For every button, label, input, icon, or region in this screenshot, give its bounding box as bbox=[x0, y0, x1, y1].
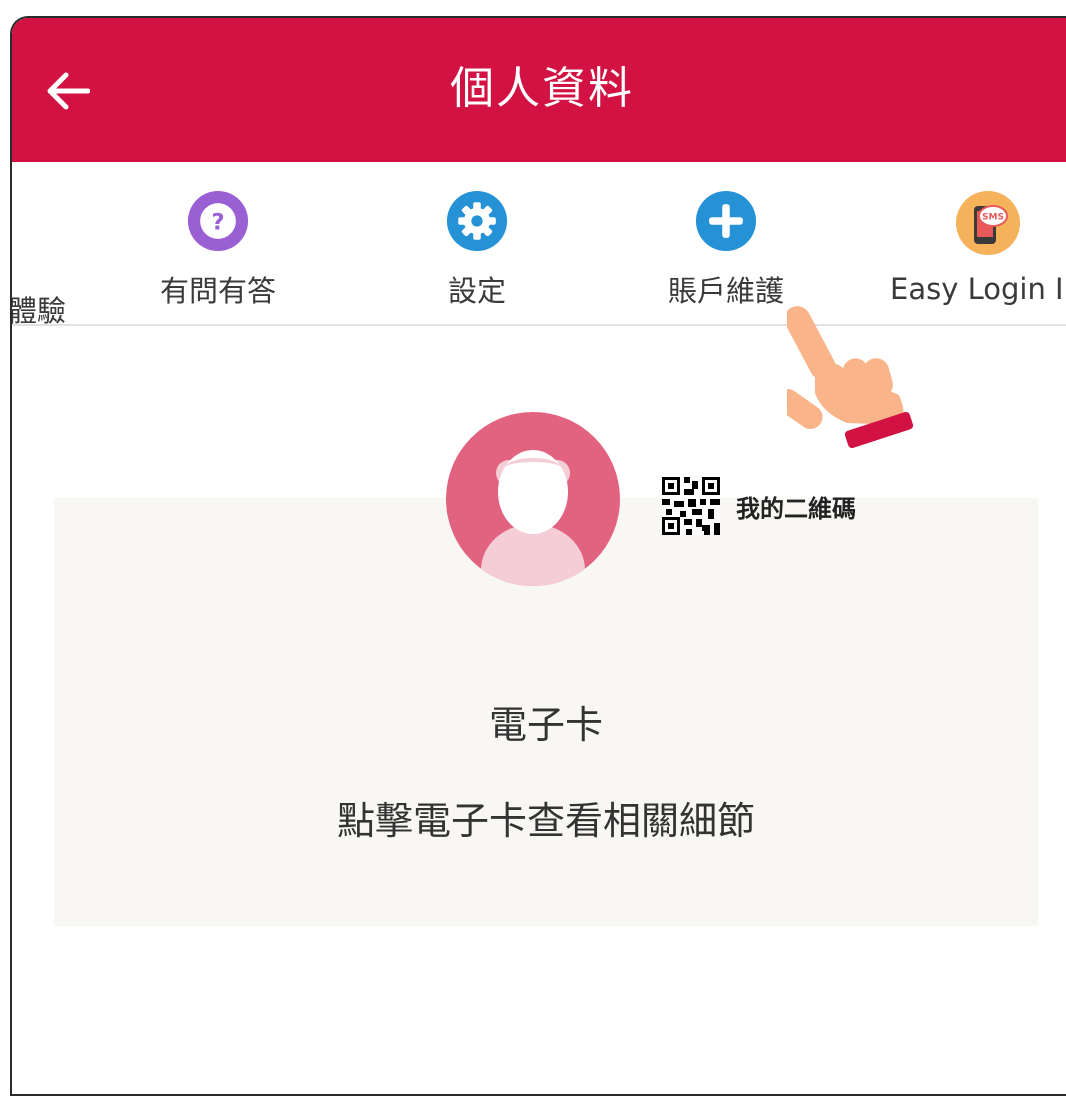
shortcut-tabbar: 體驗 ? 有問有答 設定 賬戶維護 SMS Easy Login I bbox=[12, 162, 1066, 328]
svg-text:?: ? bbox=[211, 209, 224, 235]
tab-label: 賬戶維護 bbox=[668, 274, 785, 308]
ecard-title: 電子卡 bbox=[488, 703, 603, 747]
plus-icon bbox=[695, 190, 757, 252]
tab-faq[interactable]: ? 有問有答 bbox=[160, 190, 276, 310]
tab-label: Easy Login ID bbox=[890, 272, 1066, 306]
tab-label: 有問有答 bbox=[160, 274, 277, 308]
tab-experience[interactable]: 體驗 bbox=[12, 190, 66, 328]
gear-icon bbox=[446, 190, 508, 252]
ecard-subtitle: 點擊電子卡查看相關細節 bbox=[336, 799, 755, 843]
pointing-hand-icon bbox=[787, 306, 914, 449]
tab-label: 體驗 bbox=[10, 294, 67, 328]
qr-code-icon bbox=[662, 477, 720, 535]
tab-account-maintenance[interactable]: 賬戶維護 bbox=[668, 190, 784, 310]
my-qr-code-button[interactable]: 我的二維碼 bbox=[662, 476, 856, 536]
my-qr-code-label: 我的二維碼 bbox=[736, 494, 856, 523]
tab-settings[interactable]: 設定 bbox=[444, 190, 510, 310]
sms-phone-icon: SMS bbox=[955, 191, 1020, 255]
app-frame: 個人資料 體驗 ? 有問有答 設定 賬戶維護 SMS Easy Login I … bbox=[10, 16, 1066, 1096]
page-title: 個人資料 bbox=[450, 63, 634, 114]
tab-easy-login-id[interactable]: SMS Easy Login ID bbox=[890, 190, 1066, 310]
header-bar: 個人資料 bbox=[12, 18, 1066, 162]
tab-label: 設定 bbox=[447, 274, 506, 308]
user-avatar-icon[interactable] bbox=[446, 412, 620, 586]
svg-text:SMS: SMS bbox=[982, 213, 1004, 223]
question-icon: ? bbox=[187, 190, 249, 252]
